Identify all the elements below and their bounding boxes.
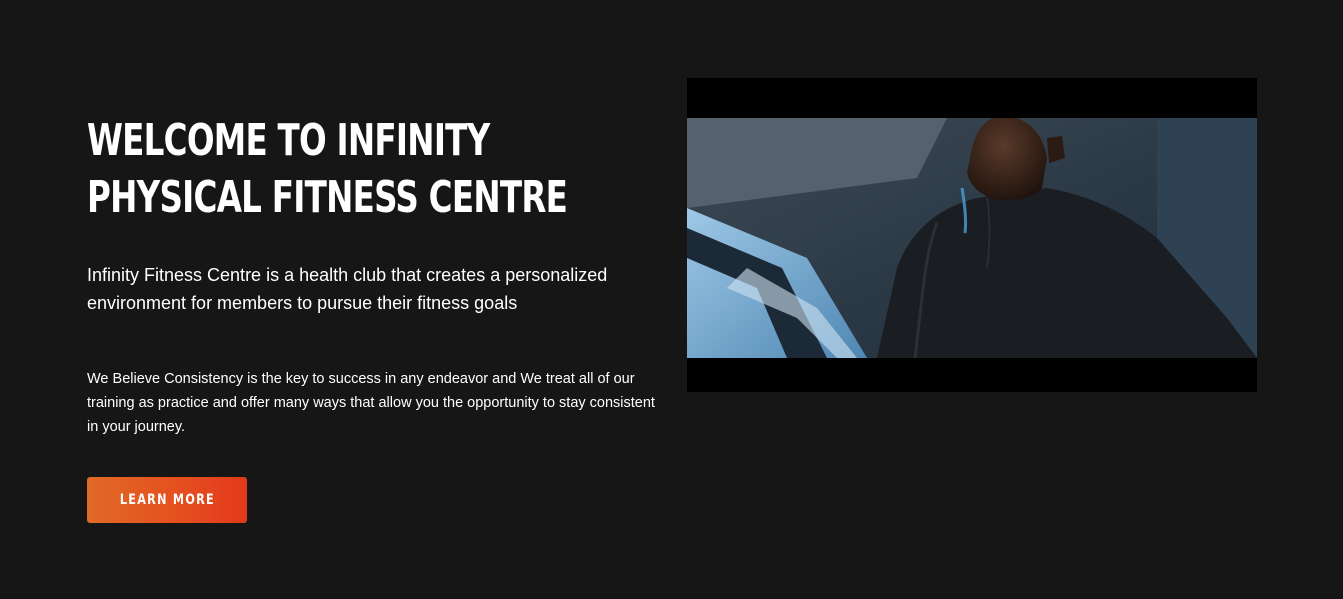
hero-section: WELCOME TO INFINITY PHYSICAL FITNESS CEN…: [0, 0, 1343, 599]
learn-more-label: LEARN MORE: [119, 492, 215, 508]
hero-body-text: We Believe Consistency is the key to suc…: [87, 371, 655, 435]
hero-lead-text: Infinity Fitness Centre is a health club…: [87, 265, 608, 313]
video-frame-image: [687, 118, 1257, 358]
hero-title-line-2: PHYSICAL FITNESS CENTRE: [87, 172, 568, 223]
hero-title-line-1: WELCOME TO INFINITY: [87, 115, 490, 166]
learn-more-button[interactable]: LEARN MORE: [87, 477, 247, 523]
hero-title: WELCOME TO INFINITY PHYSICAL FITNESS CEN…: [87, 112, 568, 226]
hero-content: WELCOME TO INFINITY PHYSICAL FITNESS CEN…: [87, 112, 657, 435]
video-player[interactable]: [687, 78, 1257, 392]
